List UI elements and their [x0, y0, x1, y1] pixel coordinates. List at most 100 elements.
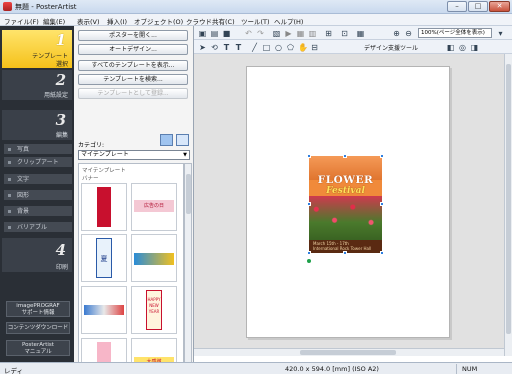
align-icon[interactable]: ▧	[272, 29, 281, 38]
rotate-handle-icon[interactable]	[306, 258, 312, 264]
open-poster-button[interactable]: ポスターを開く...	[78, 30, 188, 41]
maximize-button[interactable]: □	[468, 1, 488, 12]
group-icon[interactable]: ▦	[296, 29, 305, 38]
polygon-tool-icon[interactable]: ⬠	[286, 43, 295, 52]
design-support-tool-button[interactable]: デザイン支援ツール	[364, 43, 418, 52]
zoom-select[interactable]: 100%(ページ全体を表示)	[418, 28, 492, 38]
template-thumbnail[interactable]	[131, 234, 177, 282]
horizontal-scrollbar[interactable]	[194, 348, 504, 356]
rotate-icon[interactable]: ⟲	[210, 43, 219, 52]
manual-button[interactable]: PosterArtist マニュアル	[6, 340, 70, 356]
button-label-sub: サポート情報	[21, 310, 55, 316]
crop-icon[interactable]: ⊟	[310, 43, 319, 52]
register-template-button[interactable]: テンプレートとして登録...	[78, 88, 188, 99]
layout-icon[interactable]: ▦	[356, 29, 365, 38]
poster-image[interactable]: FLOWER Festival March 15th - 17th Intern…	[309, 156, 382, 253]
play-icon[interactable]: ▶	[284, 29, 293, 38]
nav-item-variable[interactable]: バリアブル	[4, 222, 72, 233]
step-number: 1	[55, 31, 66, 49]
poster-title: FLOWER	[317, 174, 374, 186]
snap-icon[interactable]: ⊡	[340, 29, 349, 38]
selection-handle[interactable]	[380, 202, 384, 206]
nav-step-print[interactable]: 4 印刷	[2, 238, 72, 272]
nav-item-photo[interactable]: 写真	[4, 144, 72, 155]
drawing-toolbar: ➤ ⟲ T T ╱ □ ○ ⬠ ✋ ⊟ ◧ ◎ ◨	[194, 40, 512, 54]
undo-icon[interactable]: ↶	[244, 29, 253, 38]
menu-help[interactable]: ヘルプ(H)	[274, 16, 303, 26]
button-label: imagePROGRAF	[16, 303, 60, 309]
window-title: 無題 - PosterArtist	[15, 3, 77, 11]
template-thumbnail[interactable]	[81, 183, 127, 231]
new-document-icon[interactable]: ▣	[198, 29, 207, 38]
chevron-down-icon[interactable]: ▾	[496, 29, 505, 38]
close-button[interactable]: ✕	[489, 1, 510, 12]
status-ready: レディ	[4, 367, 24, 374]
button-label: PosterArtist	[22, 342, 54, 348]
category-select[interactable]: マイテンプレート ▼	[78, 150, 190, 160]
nav-step-paper[interactable]: 2 用紙設定	[2, 70, 72, 100]
rectangle-tool-icon[interactable]: □	[262, 43, 271, 52]
template-panel: ポスターを開く... オートデザイン... すべてのテンプレートを表示... テ…	[74, 26, 194, 374]
template-thumbnail[interactable]: HAPPY NEW YEAR	[131, 286, 177, 334]
selection-handle[interactable]	[307, 251, 311, 255]
select-arrow-icon[interactable]: ➤	[198, 43, 207, 52]
save-icon[interactable]: ■	[222, 29, 231, 38]
category-label: カテゴリ:	[78, 142, 105, 149]
nav-item-shape[interactable]: 図形	[4, 190, 72, 201]
selection-handle[interactable]	[380, 251, 384, 255]
auto-design-button[interactable]: オートデザイン...	[78, 44, 188, 55]
template-list-scrollbar[interactable]	[184, 163, 192, 374]
chevron-down-icon: ▼	[183, 152, 187, 158]
menu-object[interactable]: オブジェクト(O)	[134, 16, 183, 26]
selection-handle[interactable]	[307, 202, 311, 206]
nav-item-background[interactable]: 背景	[4, 206, 72, 217]
content-download-button[interactable]: コンテンツダウンロード	[6, 322, 70, 334]
app-icon	[3, 2, 12, 11]
selection-handle[interactable]	[307, 154, 311, 158]
button-label: コンテンツダウンロード	[7, 325, 69, 331]
nav-step-template[interactable]: 1 テンプレート 選択	[2, 30, 72, 68]
hand-tool-icon[interactable]: ✋	[298, 43, 308, 52]
menu-file[interactable]: ファイル(F)	[4, 16, 39, 26]
show-all-templates-button[interactable]: すべてのテンプレートを表示...	[78, 60, 188, 71]
zoom-out-icon[interactable]: ⊖	[404, 29, 413, 38]
list-view-icon[interactable]	[160, 134, 173, 146]
template-thumbnail[interactable]: 夏	[81, 234, 127, 282]
template-list: マイテンプレート バナー 広告の日 夏 HAPPY NEW YEAR 大感謝	[78, 163, 184, 374]
redo-icon[interactable]: ↷	[256, 29, 265, 38]
open-icon[interactable]: ▤	[210, 29, 219, 38]
selection-handle[interactable]	[343, 154, 347, 158]
menu-insert[interactable]: 挿入(I)	[107, 16, 127, 26]
selection-handle[interactable]	[380, 154, 384, 158]
line-tool-icon[interactable]: ╱	[250, 43, 259, 52]
vertical-scrollbar[interactable]	[504, 54, 512, 356]
support-info-button[interactable]: imagePROGRAF サポート情報	[6, 301, 70, 317]
minimize-button[interactable]: –	[447, 1, 467, 12]
menu-view[interactable]: 表示(V)	[77, 16, 100, 26]
image-adjust-icon[interactable]: ◧	[446, 43, 455, 52]
grid-view-icon[interactable]	[176, 134, 189, 146]
nav-item-clipart[interactable]: クリップアート	[4, 157, 72, 168]
template-thumbnail[interactable]	[81, 286, 127, 334]
color-icon[interactable]: ◎	[458, 43, 467, 52]
menu-cloud-share[interactable]: クラウド共有(C)	[186, 16, 235, 26]
template-thumbnail[interactable]: 広告の日	[131, 183, 177, 231]
ellipse-tool-icon[interactable]: ○	[274, 43, 283, 52]
step-label-sub: 選択	[55, 61, 68, 68]
vertical-text-icon[interactable]: T	[234, 43, 243, 52]
nav-step-edit[interactable]: 3 編集	[2, 110, 72, 140]
ungroup-icon[interactable]: ▥	[308, 29, 317, 38]
search-templates-button[interactable]: テンプレートを検索...	[78, 74, 188, 85]
menu-edit[interactable]: 編集(E)	[43, 16, 65, 26]
zoom-in-icon[interactable]: ⊕	[392, 29, 401, 38]
step-label: 印刷	[55, 264, 68, 271]
text-tool-icon[interactable]: T	[222, 43, 231, 52]
step-navigation: 1 テンプレート 選択 2 用紙設定 3 編集 写真 クリップアート 文字 図形…	[0, 26, 74, 362]
zoom-value: 100%(ページ全体を表示)	[421, 30, 485, 36]
grid-icon[interactable]: ⊞	[324, 29, 333, 38]
selection-handle[interactable]	[343, 251, 347, 255]
step-number: 2	[55, 71, 66, 89]
layer-icon[interactable]: ◨	[470, 43, 479, 52]
nav-item-text[interactable]: 文字	[4, 174, 72, 185]
menu-tools[interactable]: ツール(T)	[241, 16, 270, 26]
